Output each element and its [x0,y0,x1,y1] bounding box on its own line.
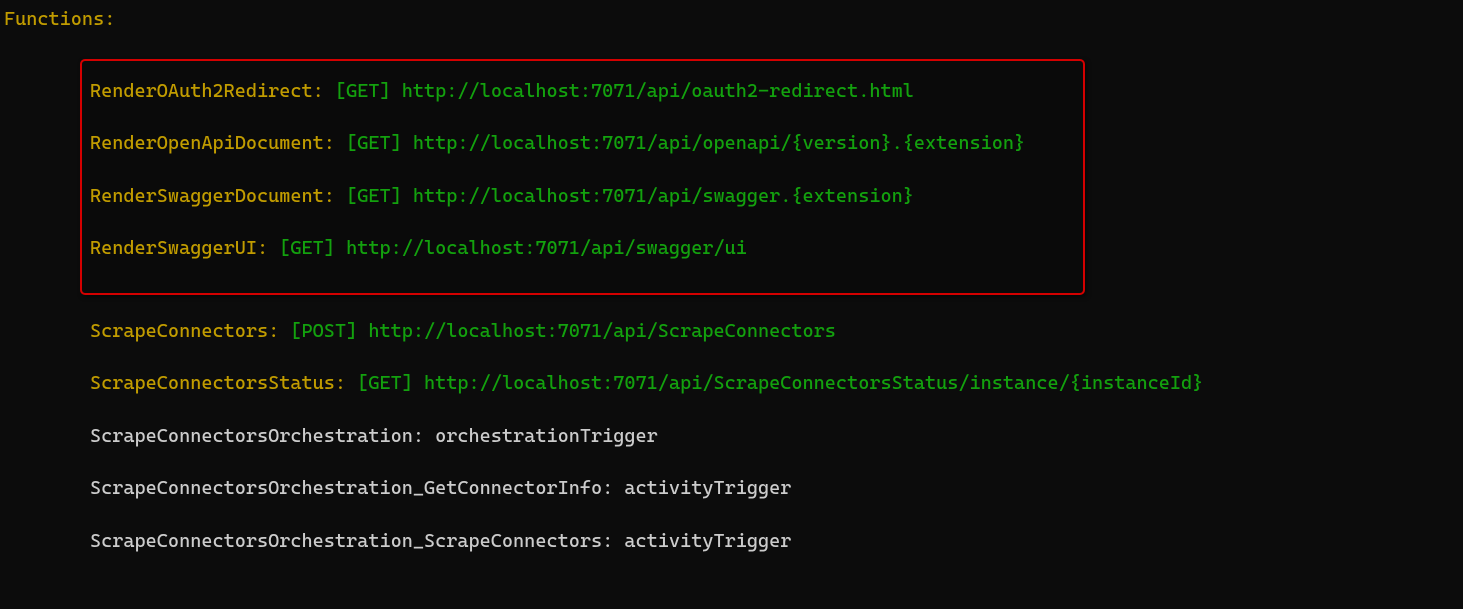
function-entry: ScrapeConnectors: [POST] http://localhos… [90,317,1463,346]
endpoint-url: http://localhost:7071/api/ScrapeConnecto… [424,372,1203,394]
function-name: ScrapeConnectorsOrchestration_GetConnect… [90,477,613,499]
trigger-type: activityTrigger [624,477,791,499]
function-entry: ScrapeConnectorsOrchestration_ScrapeConn… [90,527,1463,556]
function-name: RenderOpenApiDocument: [90,132,335,154]
http-method: [POST] [290,320,357,342]
function-entry: RenderOpenApiDocument: [GET] http://loca… [90,129,1075,158]
function-name: ScrapeConnectors: [90,320,279,342]
function-name: ScrapeConnectorsOrchestration_ScrapeConn… [90,530,613,552]
function-entry: RenderSwaggerDocument: [GET] http://loca… [90,182,1075,211]
trigger-type: activityTrigger [624,530,791,552]
http-method: [GET] [357,372,413,394]
function-name: RenderSwaggerDocument: [90,185,335,207]
functions-header: Functions: [0,5,1463,34]
endpoint-url: http://localhost:7071/api/swagger.{exten… [413,185,914,207]
function-entry: ScrapeConnectorsOrchestration_GetConnect… [90,474,1463,503]
trigger-type: orchestrationTrigger [435,425,658,447]
http-method: [GET] [279,237,335,259]
highlighted-functions-box: RenderOAuth2Redirect: [GET] http://local… [80,59,1085,295]
function-entry: RenderSwaggerUI: [GET] http://localhost:… [90,234,1075,263]
function-entry: ScrapeConnectorsOrchestration: orchestra… [90,422,1463,451]
function-name: RenderOAuth2Redirect: [90,80,324,102]
function-entry: ScrapeConnectorsStatus: [GET] http://loc… [90,369,1463,398]
endpoint-url: http://localhost:7071/api/swagger/ui [346,237,747,259]
http-method: [GET] [346,185,402,207]
endpoint-url: http://localhost:7071/api/ScrapeConnecto… [368,320,836,342]
function-name: ScrapeConnectorsOrchestration: [90,425,424,447]
function-entry: RenderOAuth2Redirect: [GET] http://local… [90,77,1075,106]
functions-list: RenderOAuth2Redirect: [GET] http://local… [0,59,1463,556]
endpoint-url: http://localhost:7071/api/oauth2-redirec… [402,80,914,102]
function-name: RenderSwaggerUI: [90,237,268,259]
endpoint-url: http://localhost:7071/api/openapi/{versi… [413,132,1025,154]
http-method: [GET] [335,80,391,102]
http-method: [GET] [346,132,402,154]
function-name: ScrapeConnectorsStatus: [90,372,346,394]
